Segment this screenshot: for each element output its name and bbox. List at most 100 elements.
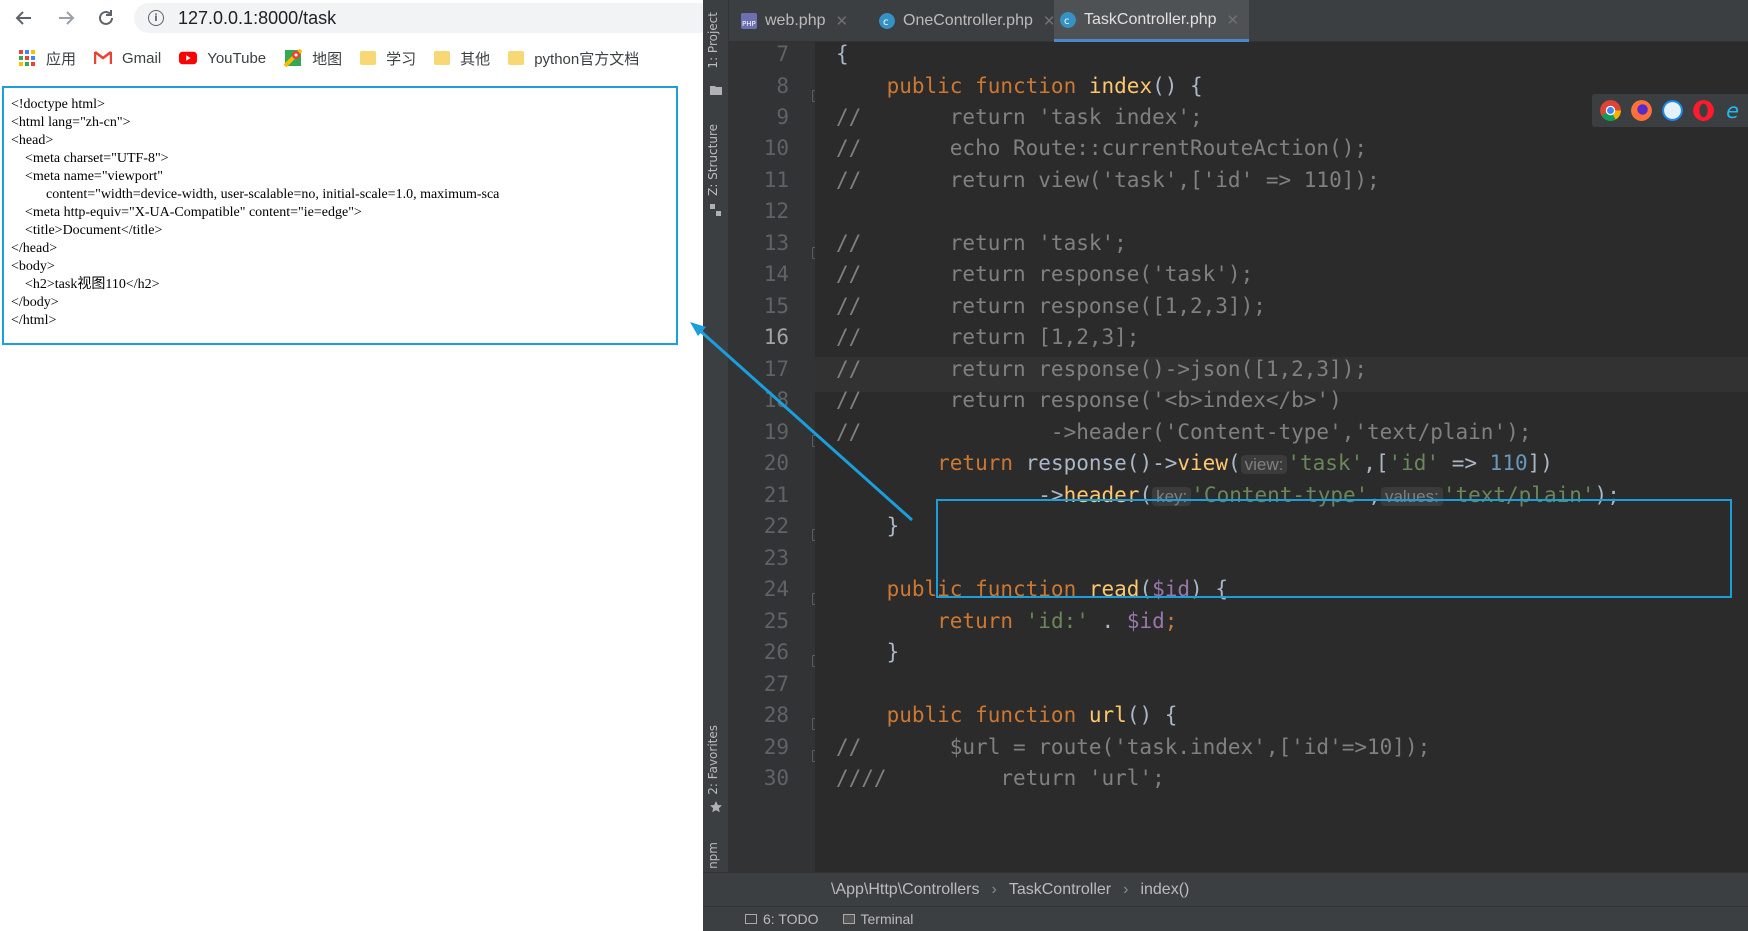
bookmark-label: Gmail — [122, 49, 162, 67]
terminal-label: Terminal — [860, 911, 914, 927]
address-url[interactable]: 127.0.0.1:8000/task — [178, 8, 336, 29]
bookmark-folder-study[interactable]: 学习 — [360, 48, 416, 69]
code-line-comment: // return [1,2,3]; — [836, 325, 1140, 349]
line-number: 27 — [763, 672, 789, 696]
line-number: 25 — [763, 609, 789, 633]
breadcrumb-item[interactable]: \App\Http\Controllers — [831, 881, 980, 899]
code-line: public function url() { — [836, 703, 1178, 727]
maps-icon — [284, 49, 303, 67]
line-number: 23 — [763, 546, 789, 570]
code-line: } — [836, 640, 900, 664]
code-line-comment: //// return 'url'; — [836, 766, 1165, 790]
line-number: 20 — [763, 451, 789, 475]
code-line-comment: // ->header('Content-type','text/plain')… — [836, 420, 1532, 444]
ide-window: 1: Project Z: Structure 2: Favorites npm… — [703, 0, 1748, 931]
code-line-comment: // return 'task index'; — [836, 105, 1203, 129]
svg-text:e: e — [1726, 100, 1739, 121]
svg-text:c: c — [1064, 16, 1070, 27]
line-number: 24 — [763, 577, 789, 601]
line-number: 14 — [763, 262, 789, 286]
favorites-panel-toggle[interactable]: 2: Favorites — [706, 725, 720, 795]
bookmark-label: YouTube — [207, 49, 267, 67]
bookmark-youtube[interactable]: YouTube — [179, 49, 266, 67]
code-line-comment: // return response()->json([1,2,3]); — [836, 357, 1368, 381]
line-number: 13 — [763, 231, 789, 255]
ie-icon[interactable]: e — [1724, 100, 1745, 121]
code-line-comment: // return 'task'; — [836, 231, 1127, 255]
code-line: return response()->view(view:'task',['id… — [836, 451, 1553, 475]
line-number: 22 — [763, 514, 789, 538]
safari-icon[interactable] — [1662, 100, 1683, 121]
chevron-right-icon: › — [991, 880, 997, 898]
tab-one-controller[interactable]: c OneController.php ✕ — [879, 0, 1055, 42]
code-line: { — [836, 42, 849, 66]
code-editor[interactable]: { public function index() { // return 't… — [815, 42, 1748, 872]
browser-window: i 127.0.0.1:8000/task 应用 Gmail YouTube 地… — [0, 0, 714, 931]
project-panel-toggle[interactable]: 1: Project — [706, 12, 720, 69]
open-in-browser-popup: e — [1592, 94, 1748, 127]
close-icon[interactable]: ✕ — [1227, 11, 1240, 29]
terminal-icon — [842, 914, 855, 924]
page-source-text: <!doctype html> <html lang="zh-cn"> <hea… — [11, 97, 500, 328]
bookmark-gmail[interactable]: Gmail — [94, 49, 161, 67]
breadcrumb-item[interactable]: TaskController — [1009, 881, 1111, 899]
chevron-right-icon: › — [1123, 880, 1129, 898]
gmail-icon — [94, 51, 113, 64]
line-number: 8 — [776, 74, 789, 98]
breadcrumb-item[interactable]: index() — [1140, 881, 1189, 899]
line-number-current: 16 — [763, 325, 789, 349]
structure-panel-toggle[interactable]: Z: Structure — [706, 124, 720, 196]
folder-icon — [710, 86, 722, 95]
forward-arrow-icon — [59, 11, 75, 25]
firefox-icon[interactable] — [1631, 100, 1652, 121]
bookmark-apps[interactable]: 应用 — [18, 48, 76, 69]
youtube-icon — [179, 51, 198, 65]
close-icon[interactable]: ✕ — [836, 12, 849, 30]
site-info-icon[interactable]: i — [148, 10, 164, 26]
parameter-hint: view: — [1240, 455, 1288, 474]
tool-window-bar: 6: TODO Terminal — [703, 906, 1748, 931]
bookmark-maps[interactable]: 地图 — [284, 48, 342, 69]
back-button[interactable] — [10, 4, 38, 32]
apps-grid-icon — [19, 50, 35, 66]
terminal-button[interactable]: Terminal — [842, 911, 914, 927]
tab-label: web.php — [765, 12, 826, 29]
breadcrumb: \App\Http\Controllers › TaskController ›… — [703, 872, 1748, 906]
line-number: 29 — [763, 735, 789, 759]
editor-tabs: PHP web.php ✕ c OneController.php ✕ c Ta… — [729, 0, 1748, 42]
tab-task-controller[interactable]: c TaskController.php ✕ — [1054, 0, 1250, 42]
npm-panel-toggle[interactable]: npm — [706, 842, 720, 869]
php-class-icon: c — [1060, 11, 1076, 28]
svg-text:PHP: PHP — [742, 20, 756, 28]
line-number: 7 — [776, 42, 789, 66]
line-number: 19 — [763, 420, 789, 444]
bookmark-folder-python-docs[interactable]: python官方文档 — [508, 48, 639, 69]
line-number: 30 — [763, 766, 789, 790]
tab-label: OneController.php — [903, 12, 1033, 29]
bookmark-label: 学习 — [386, 50, 417, 68]
todo-label: 6: TODO — [763, 911, 819, 927]
todo-button[interactable]: 6: TODO — [745, 911, 819, 927]
line-number: 11 — [763, 168, 789, 192]
bookmark-folder-other[interactable]: 其他 — [434, 48, 490, 69]
code-line-comment: // return response('task'); — [836, 262, 1254, 286]
bookmark-label: 应用 — [46, 50, 77, 68]
line-number: 18 — [763, 388, 789, 412]
reload-icon — [99, 10, 113, 25]
bookmarks-bar: 应用 Gmail YouTube 地图 学习 其他 python官方文档 — [0, 42, 703, 74]
line-number: 26 — [763, 640, 789, 664]
opera-icon[interactable] — [1693, 100, 1714, 121]
address-bar[interactable]: i 127.0.0.1:8000/task — [134, 3, 714, 33]
forward-button[interactable] — [52, 4, 80, 32]
code-line: public function index() { — [836, 74, 1203, 98]
line-number-gutter: 7 8 9 10 11 12 13 14 15 16 17 18 19 20 2… — [729, 42, 822, 872]
code-line-comment: // return view('task',['id' => 110]); — [836, 168, 1380, 192]
page-source-view: <!doctype html> <html lang="zh-cn"> <hea… — [2, 86, 678, 345]
code-line-comment: // $url = route('task.index',['id'=>10])… — [836, 735, 1431, 759]
chrome-icon[interactable] — [1600, 100, 1621, 121]
folder-icon — [360, 51, 377, 65]
line-number: 21 — [763, 483, 789, 507]
tab-label: TaskController.php — [1084, 10, 1217, 28]
tab-web-php[interactable]: PHP web.php ✕ — [741, 0, 848, 42]
reload-button[interactable] — [92, 4, 120, 32]
